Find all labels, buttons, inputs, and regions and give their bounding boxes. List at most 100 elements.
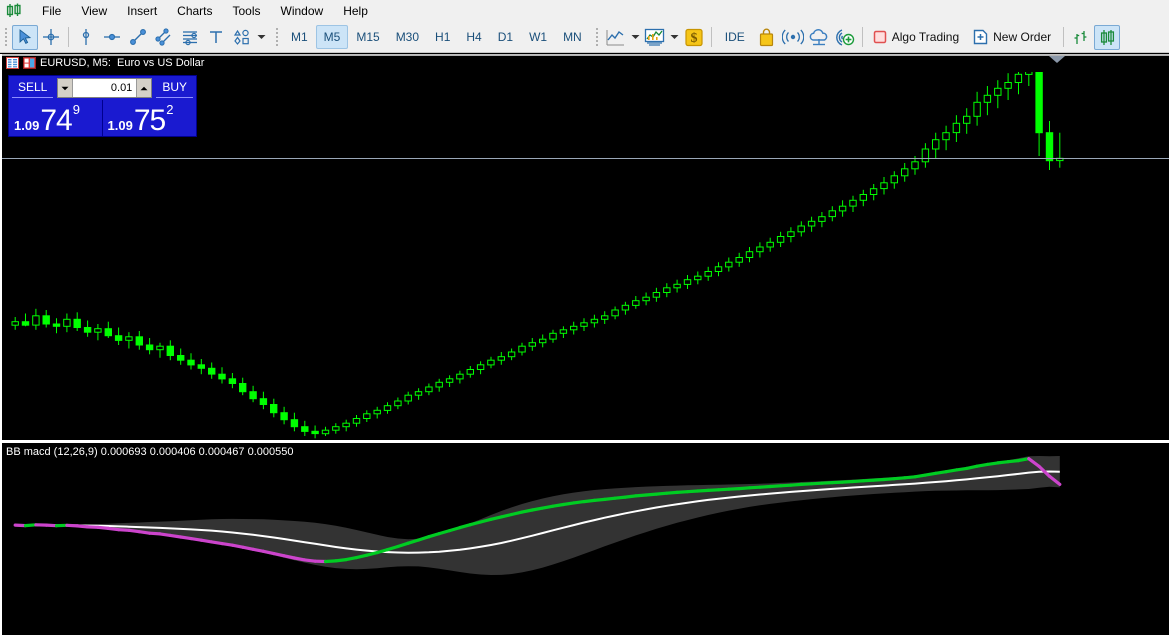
bid-price-line <box>2 158 1169 159</box>
timeframe-mn[interactable]: MN <box>555 25 590 49</box>
menu-item-tools[interactable]: Tools <box>223 1 271 21</box>
one-click-trading-panel[interactable]: SELL 0.01 BUY 1.09 74 9 1.09 75 2 <box>8 75 197 137</box>
indicators-dropdown-caret[interactable] <box>668 25 681 50</box>
sell-price-button[interactable]: 1.09 74 9 <box>9 100 103 136</box>
buy-label[interactable]: BUY <box>156 78 193 98</box>
signals-broadcast-icon <box>781 29 804 45</box>
indicator-label: BB macd (12,26,9) 0.000693 0.000406 0.00… <box>6 446 294 458</box>
candlestick-chart-button[interactable] <box>1094 24 1121 50</box>
volume-decrease-button[interactable] <box>58 79 74 97</box>
dollar-badge-icon: $ <box>685 28 703 47</box>
vertical-line-button[interactable] <box>73 25 99 50</box>
stop-square-icon <box>873 30 887 44</box>
new-order-label: New Order <box>993 30 1052 44</box>
line-chart-icon <box>606 29 625 46</box>
volume-input[interactable]: 0.01 <box>73 79 137 97</box>
cloud-upload-button[interactable] <box>806 25 832 50</box>
candlestick-chart-icon <box>1098 29 1117 46</box>
vps-add-button[interactable] <box>832 25 858 50</box>
arrow-cursor-button[interactable] <box>12 24 38 50</box>
chevron-down-icon <box>257 34 266 40</box>
timeframe-d1[interactable]: D1 <box>490 25 521 49</box>
toolbar-separator-2 <box>710 27 712 47</box>
bar-chart-icon <box>1071 29 1091 46</box>
chevron-up-icon <box>140 86 148 91</box>
signals-button[interactable] <box>780 25 806 50</box>
new-document-plus-icon <box>973 29 988 45</box>
crosshair-icon <box>42 28 60 46</box>
fibonacci-retracement-button[interactable] <box>177 25 203 50</box>
text-tool-button[interactable] <box>203 25 229 50</box>
oct-top-row: SELL 0.01 BUY <box>9 76 196 100</box>
menu-item-file[interactable]: File <box>32 1 71 21</box>
timeframe-h4[interactable]: H4 <box>458 25 489 49</box>
autotrading-button[interactable]: $ <box>681 25 707 50</box>
market-button[interactable] <box>754 25 780 50</box>
bb-macd-plot[interactable] <box>2 446 1169 635</box>
sell-price-big: 74 <box>40 103 72 137</box>
new-order-button[interactable]: New Order <box>967 25 1059 49</box>
symbol-window-icon[interactable] <box>23 57 36 69</box>
menu-item-help[interactable]: Help <box>333 1 378 21</box>
indicators-icon <box>644 28 665 46</box>
chart-properties-icon[interactable] <box>6 57 19 69</box>
equidistant-channel-button[interactable] <box>151 25 177 50</box>
trendline-button[interactable] <box>125 25 151 50</box>
horizontal-line-button[interactable] <box>99 25 125 50</box>
timeframe-w1[interactable]: W1 <box>521 25 555 49</box>
menu-bar: File View Insert Charts Tools Window Hel… <box>0 0 1169 22</box>
vertical-line-icon <box>77 28 95 46</box>
menu-item-window[interactable]: Window <box>271 1 334 21</box>
buy-price-button[interactable]: 1.09 75 2 <box>103 100 197 136</box>
buy-price-prefix: 1.09 <box>107 118 133 133</box>
fibonacci-retracement-icon <box>181 28 199 46</box>
shapes-dropdown-caret[interactable] <box>255 25 268 50</box>
chevron-down-icon <box>670 34 679 40</box>
app-logo-icon <box>4 3 24 19</box>
equidistant-channel-icon <box>155 28 173 46</box>
chart-frame-top-edge <box>2 54 1169 56</box>
timeframe-h1[interactable]: H1 <box>427 25 458 49</box>
line-chart-dropdown-caret[interactable] <box>629 25 642 50</box>
menu-item-charts[interactable]: Charts <box>167 1 222 21</box>
toolbar-separator-4 <box>1063 27 1065 47</box>
oct-price-row: 1.09 74 9 1.09 75 2 <box>9 100 196 136</box>
timeframe-m1[interactable]: M1 <box>283 25 316 49</box>
volume-increase-button[interactable] <box>136 79 152 97</box>
toolbar-grip-1[interactable] <box>3 26 10 48</box>
shapes-button[interactable] <box>229 25 255 50</box>
timeframe-m15[interactable]: M15 <box>348 25 387 49</box>
chart-titlebar: EURUSD, M5: Euro vs US Dollar <box>2 54 1169 72</box>
crosshair-button[interactable] <box>38 25 64 50</box>
chevron-down-icon <box>61 86 69 91</box>
line-chart-button[interactable] <box>603 25 629 50</box>
toolbar-separator-3 <box>861 27 863 47</box>
shapes-icon <box>233 28 251 46</box>
panel-separator <box>2 440 1169 443</box>
sell-label[interactable]: SELL <box>12 78 54 98</box>
ide-button[interactable]: IDE <box>716 25 754 49</box>
algo-trading-button[interactable]: Algo Trading <box>867 26 967 48</box>
arrow-cursor-icon <box>16 28 34 46</box>
trendline-icon <box>129 28 147 46</box>
vps-add-icon <box>834 28 855 47</box>
chart-window[interactable]: EURUSD, M5: Euro vs US Dollar BB macd (1… <box>0 54 1169 635</box>
timeframe-m30[interactable]: M30 <box>388 25 427 49</box>
sell-price-point: 9 <box>72 102 80 117</box>
text-tool-icon <box>207 28 225 46</box>
menu-item-view[interactable]: View <box>71 1 117 21</box>
volume-stepper[interactable]: 0.01 <box>57 78 153 98</box>
svg-text:$: $ <box>690 31 697 46</box>
toolbar-separator-1 <box>68 27 69 47</box>
menu-item-insert[interactable]: Insert <box>117 1 167 21</box>
horizontal-line-icon <box>103 28 121 46</box>
indicators-button[interactable] <box>642 25 668 50</box>
timeframe-m5[interactable]: M5 <box>315 25 349 49</box>
chart-title: EURUSD, M5: Euro vs US Dollar <box>40 57 205 69</box>
chevron-down-icon <box>631 34 640 40</box>
toolbar-grip-2[interactable] <box>274 26 281 48</box>
bar-chart-button[interactable] <box>1068 25 1094 50</box>
toolbar-grip-3[interactable] <box>593 26 601 48</box>
cloud-upload-icon <box>808 28 830 46</box>
shopping-bag-icon <box>758 28 775 47</box>
